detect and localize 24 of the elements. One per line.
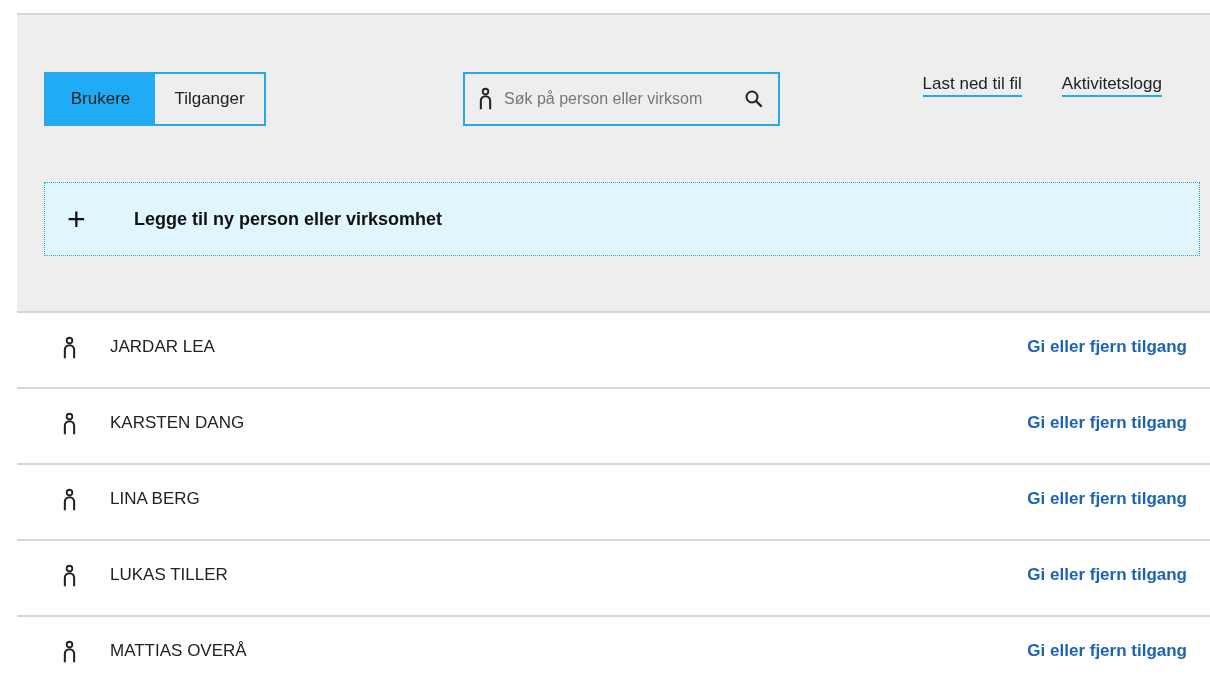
access-link[interactable]: Gi eller fjern tilgang	[1027, 337, 1187, 357]
access-link[interactable]: Gi eller fjern tilgang	[1027, 565, 1187, 585]
user-name: LINA BERG	[110, 489, 200, 509]
user-name: LUKAS TILLER	[110, 565, 228, 585]
person-icon	[63, 412, 76, 436]
access-link[interactable]: Gi eller fjern tilgang	[1027, 413, 1187, 433]
person-icon	[63, 336, 76, 360]
person-icon	[479, 87, 492, 111]
tab[interactable]: Brukere	[46, 74, 155, 124]
search-bar[interactable]: Søk på person eller virksom	[463, 72, 780, 126]
person-icon	[63, 640, 76, 664]
tab[interactable]: Tilganger	[155, 74, 264, 124]
user-name: MATTIAS OVERÅ	[110, 641, 247, 661]
access-link[interactable]: Gi eller fjern tilgang	[1027, 489, 1187, 509]
search-field[interactable]: Søk på person eller virksom	[502, 89, 734, 109]
toolbar-link[interactable]: Aktivitetslogg	[1061, 74, 1162, 97]
user-name: KARSTEN DANG	[110, 413, 245, 433]
user-name: JARDAR LEA	[110, 337, 215, 357]
toolbar-link[interactable]: Last ned til fil	[922, 74, 1022, 97]
add-person-button[interactable]: + Legge til ny person eller virksomhet	[44, 182, 1200, 256]
person-icon	[63, 488, 76, 512]
access-link[interactable]: Gi eller fjern tilgang	[1027, 641, 1187, 661]
search-icon[interactable]	[744, 89, 764, 109]
person-icon	[63, 564, 76, 588]
